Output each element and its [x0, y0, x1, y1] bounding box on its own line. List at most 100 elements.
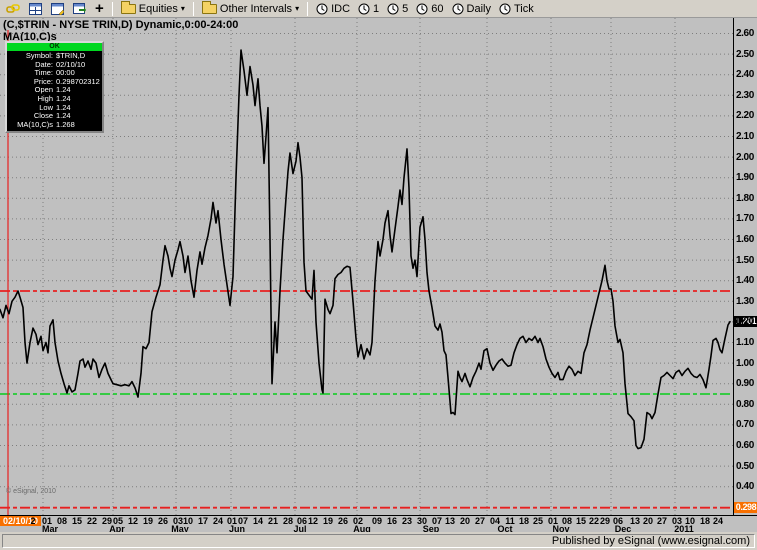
price-tick-label: 2.20: [736, 110, 754, 122]
date-tick-label: 24: [712, 516, 724, 526]
price-tick-label: 1.30: [736, 295, 754, 307]
date-tick-label: 15: [71, 516, 83, 526]
folder-icon: [201, 0, 217, 14]
tooltip-row-label: MA(10,C)s: [17, 119, 53, 129]
date-tick-label: 20: [642, 516, 654, 526]
price-tick-label: 1.40: [736, 275, 754, 287]
price-tick-label: 2.10: [736, 131, 754, 142]
price-axis[interactable]: 1.201 0.298 2.60 2.50 2.40 2.30 2.20 2.10 2.00…: [733, 18, 757, 515]
chevron-down-icon: ▾: [180, 3, 185, 13]
date-tick-label: 26: [337, 516, 349, 526]
date-tick-label: 20: [459, 516, 471, 526]
price-tick-label: 1.90: [736, 172, 754, 184]
price-chart-svg: [0, 18, 733, 515]
interval-button-group: IDC 1 5 60 Daily Tick: [313, 1, 537, 17]
toolbar: + Equities ▾ Other Intervals ▾ IDC 1 5 60 Da…: [0, 0, 757, 18]
date-tick-label: 08: [56, 516, 68, 526]
clock-icon: [416, 3, 428, 14]
interval-label: 60: [431, 2, 444, 15]
price-tick-label: 2.50: [736, 48, 754, 60]
tooltip-row: Symbol: $TRIN,D: [8, 51, 100, 61]
tooltip-rows: Symbol: $TRIN,D Date: 02/10/10 Time: 00:00 Pri…: [7, 51, 102, 131]
interval-button-1[interactable]: 1: [355, 1, 382, 17]
price-tick-label: 1.10: [736, 337, 754, 348]
price-tick-label: 1.60: [736, 234, 754, 245]
tooltip-row: Open 1.24: [8, 86, 100, 95]
toolbar-separator: [111, 1, 113, 16]
price-tick-label: 0.90: [736, 378, 754, 390]
price-tick-label: 2.30: [736, 89, 754, 101]
date-tick-label: 25: [532, 516, 544, 526]
clock-icon: [316, 3, 328, 14]
tooltip-row: Low 1.24: [8, 103, 100, 113]
time-axis[interactable]: 02/10/10 2 01 08 15 22 29 05 12 19 26 03 10 17 24 01 07…: [0, 515, 757, 534]
interval-button-tick[interactable]: Tick: [496, 1, 537, 17]
date-tick-label: 19: [142, 516, 154, 526]
price-line: [0, 49, 731, 450]
status-bar: Published by eSignal (www.esignal.com): [0, 532, 757, 550]
tooltip-row-value: 1.268: [56, 119, 75, 129]
interval-button-idc[interactable]: IDC: [313, 1, 353, 17]
toolbar-separator: [192, 1, 194, 16]
date-tick-label: 17: [197, 516, 209, 526]
link-button[interactable]: [3, 1, 23, 17]
copyright-text: © eSignal, 2010: [6, 488, 56, 495]
publisher-text: Published by eSignal (www.esignal.com): [2, 534, 755, 548]
tooltip-row: Date: 02/10/10: [8, 60, 100, 70]
link-icon: [6, 3, 20, 13]
date-tick-label: 13: [444, 516, 456, 526]
interval-button-daily[interactable]: Daily: [449, 1, 494, 17]
price-tick-label: 0.50: [736, 460, 754, 472]
price-tick-label: 1.80: [736, 192, 754, 204]
interval-label: Tick: [513, 2, 534, 15]
date-tick-label: 22: [588, 516, 600, 526]
window-tile-button[interactable]: [26, 1, 45, 17]
date-tick-label: 18: [518, 516, 530, 526]
tooltip-ok-header[interactable]: OK: [7, 43, 102, 51]
other-intervals-dropdown[interactable]: Other Intervals ▾: [199, 0, 302, 17]
interval-button-5[interactable]: 5: [384, 1, 411, 17]
price-tick-label: 2.00: [736, 151, 754, 163]
folder-icon: [120, 0, 136, 14]
plot-region[interactable]: (C,$TRIN - NYSE TRIN,D) Dynamic,0:00-24:…: [0, 18, 733, 515]
clock-icon: [452, 3, 464, 14]
price-tick-label: 0.60: [736, 440, 754, 451]
window-send-icon: [73, 2, 86, 14]
interval-label: 1: [373, 2, 380, 15]
interval-label: 5: [402, 2, 409, 15]
price-tick-label: 1.00: [736, 357, 754, 369]
date-tick-label: 29: [599, 516, 611, 526]
equities-label: Equities: [138, 2, 178, 15]
equities-dropdown[interactable]: Equities ▾: [118, 0, 188, 17]
interval-button-60[interactable]: 60: [413, 1, 446, 17]
date-tick-label: 28: [282, 516, 294, 526]
other-intervals-label: Other Intervals: [219, 2, 293, 15]
date-tick-label: 12: [307, 516, 319, 526]
interval-label: IDC: [331, 2, 351, 15]
add-symbol-button[interactable]: +: [92, 1, 107, 17]
chevron-down-icon: ▾: [295, 3, 300, 13]
date-tick-label: 22: [86, 516, 98, 526]
date-tick-label: 18: [699, 516, 711, 526]
date-tick-label: 15: [575, 516, 587, 526]
chart-area[interactable]: (C,$TRIN - NYSE TRIN,D) Dynamic,0:00-24:…: [0, 18, 757, 515]
date-tick-label: 13: [629, 516, 641, 526]
price-tick-label: 2.40: [736, 69, 754, 81]
date-tick-label: 27: [656, 516, 668, 526]
window-send-button[interactable]: [70, 1, 89, 17]
date-tick-label: 14: [252, 516, 264, 526]
date-tick-label: 27: [474, 516, 486, 526]
chart-title: (C,$TRIN - NYSE TRIN,D) Dynamic,0:00-24:…: [3, 19, 239, 31]
date-tick-label: 2: [30, 516, 36, 526]
tooltip-row: High 1.24: [8, 94, 100, 104]
tooltip-row: Price: 0.298702312: [8, 77, 100, 87]
price-tick-label: 1.50: [736, 254, 754, 266]
date-tick-label: 16: [386, 516, 398, 526]
price-tick-label: 0.70: [736, 419, 754, 431]
window-edit-button[interactable]: [48, 1, 67, 17]
date-tick-label: 23: [401, 516, 413, 526]
price-tick-label: 0.40: [736, 481, 754, 493]
clock-icon: [358, 3, 370, 14]
price-tick-label: 0.80: [736, 398, 754, 410]
date-tick-label: 21: [267, 516, 279, 526]
